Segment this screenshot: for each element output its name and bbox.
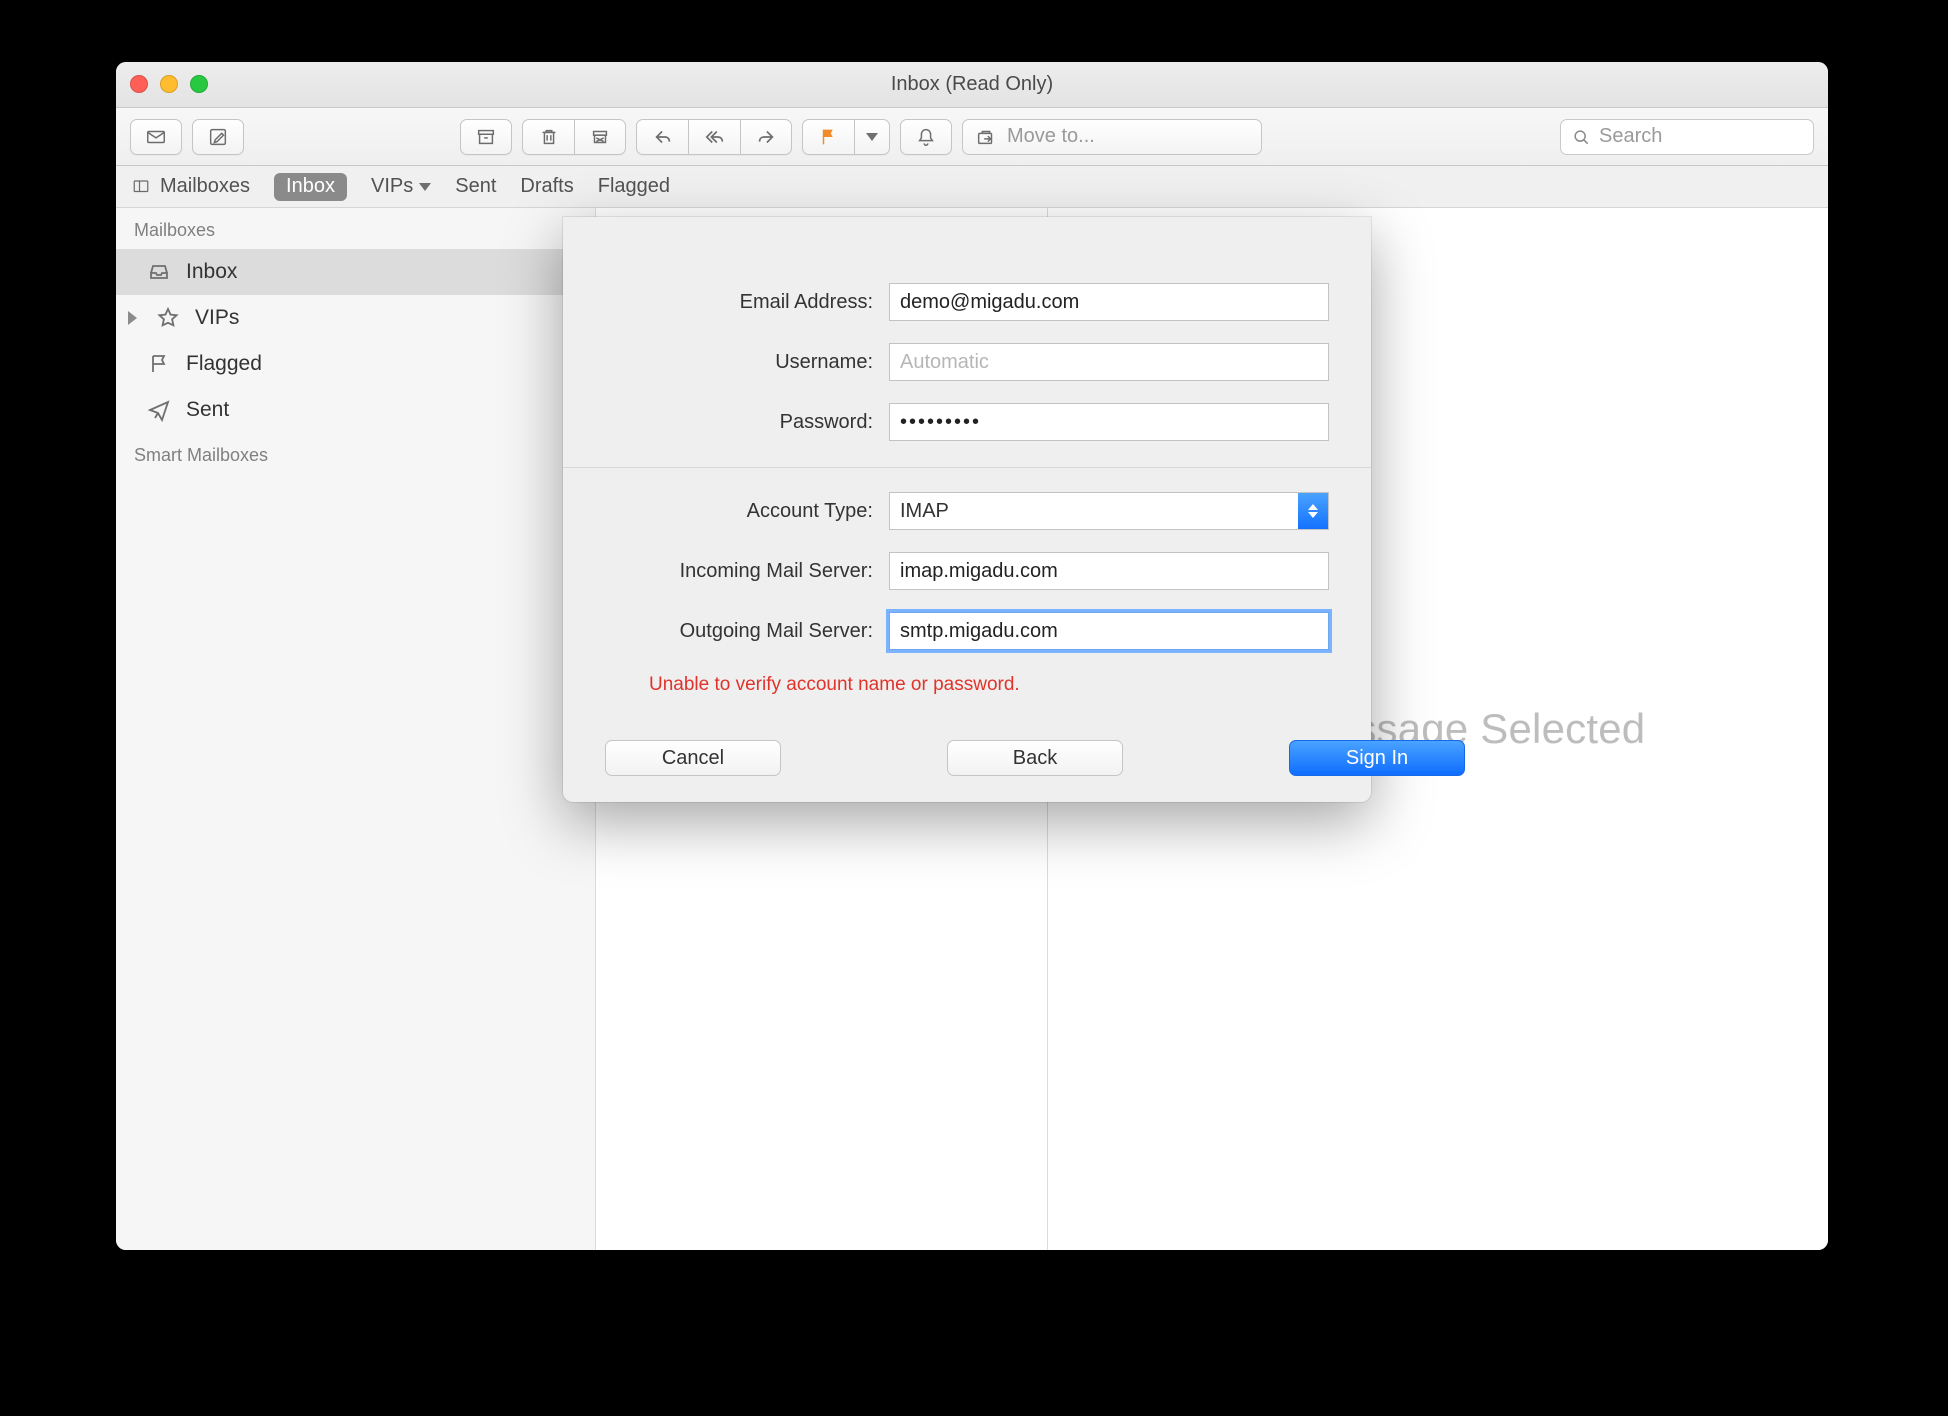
forward-icon	[755, 126, 777, 148]
sidebar-icon	[130, 178, 152, 196]
compose-button[interactable]	[192, 119, 244, 155]
sidebar-item-inbox[interactable]: Inbox	[116, 249, 595, 295]
envelope-icon	[145, 126, 167, 148]
forward-button[interactable]	[740, 119, 792, 155]
flag-menu-button[interactable]	[854, 119, 890, 155]
sidebar-section-smart: Smart Mailboxes	[116, 433, 595, 474]
email-label: Email Address:	[605, 291, 873, 314]
delete-junk-group	[522, 119, 626, 155]
error-message: Unable to verify account name or passwor…	[605, 672, 1329, 696]
sidebar-item-flagged[interactable]: Flagged	[116, 341, 595, 387]
tab-drafts[interactable]: Drafts	[520, 175, 573, 198]
flag-button[interactable]	[802, 119, 854, 155]
account-setup-sheet: Email Address: demo@migadu.com Username:…	[563, 217, 1371, 802]
outgoing-server-field[interactable]: smtp.migadu.com	[889, 612, 1329, 650]
sidebar-item-label: VIPs	[195, 306, 239, 330]
sidebar-item-label: Inbox	[186, 260, 237, 284]
sidebar-item-label: Sent	[186, 398, 229, 422]
reply-all-icon	[704, 126, 726, 148]
chevron-down-icon	[419, 183, 431, 191]
chevron-down-icon	[866, 133, 878, 141]
bell-icon	[915, 126, 937, 148]
outgoing-label: Outgoing Mail Server:	[605, 620, 873, 643]
sidebar-section-mailboxes: Mailboxes	[116, 208, 595, 249]
junk-icon	[589, 126, 611, 148]
move-to-field[interactable]: Move to...	[962, 119, 1262, 155]
mailboxes-toggle[interactable]: Mailboxes	[130, 175, 250, 198]
flag-outline-icon	[146, 352, 172, 376]
sidebar-item-vips[interactable]: VIPs	[116, 295, 595, 341]
junk-button[interactable]	[574, 119, 626, 155]
delete-button[interactable]	[522, 119, 574, 155]
sidebar-item-sent[interactable]: Sent	[116, 387, 595, 433]
search-placeholder: Search	[1599, 125, 1662, 148]
search-field[interactable]: Search	[1560, 119, 1814, 155]
favorites-bar: Mailboxes Inbox VIPs Sent Drafts Flagged	[116, 166, 1828, 208]
password-field[interactable]: •••••••••	[889, 403, 1329, 441]
window-title: Inbox (Read Only)	[891, 73, 1053, 96]
mailboxes-label: Mailboxes	[160, 175, 250, 198]
app-window: Inbox (Read Only)	[116, 62, 1828, 1250]
account-type-value: IMAP	[890, 500, 959, 523]
tab-vips[interactable]: VIPs	[371, 175, 431, 198]
reply-icon	[652, 126, 674, 148]
archive-button[interactable]	[460, 119, 512, 155]
toolbar: Move to... Search	[116, 108, 1828, 166]
paperplane-icon	[146, 398, 172, 422]
mute-button[interactable]	[900, 119, 952, 155]
flag-icon	[818, 126, 840, 148]
compose-icon	[207, 126, 229, 148]
move-to-icon	[975, 126, 997, 148]
reply-all-button[interactable]	[688, 119, 740, 155]
search-icon	[1571, 127, 1591, 147]
star-icon	[155, 306, 181, 330]
username-label: Username:	[605, 351, 873, 374]
inbox-icon	[146, 260, 172, 284]
incoming-label: Incoming Mail Server:	[605, 560, 873, 583]
zoom-window-button[interactable]	[190, 75, 208, 93]
sidebar-item-label: Flagged	[186, 352, 262, 376]
reply-button[interactable]	[636, 119, 688, 155]
window-controls	[130, 75, 208, 93]
titlebar: Inbox (Read Only)	[116, 62, 1828, 108]
close-window-button[interactable]	[130, 75, 148, 93]
move-to-placeholder: Move to...	[1007, 125, 1095, 148]
sign-in-button[interactable]: Sign In	[1289, 740, 1465, 776]
popup-stepper-icon	[1298, 493, 1328, 529]
tab-flagged[interactable]: Flagged	[598, 175, 670, 198]
cancel-button[interactable]: Cancel	[605, 740, 781, 776]
tab-sent[interactable]: Sent	[455, 175, 496, 198]
sidebar: Mailboxes Inbox VIPs Flagged	[116, 208, 596, 1250]
account-type-popup[interactable]: IMAP	[889, 492, 1329, 530]
account-type-label: Account Type:	[605, 500, 873, 523]
flag-group	[802, 119, 890, 155]
back-button[interactable]: Back	[947, 740, 1123, 776]
email-field[interactable]: demo@migadu.com	[889, 283, 1329, 321]
tab-vips-label: VIPs	[371, 175, 413, 198]
archive-icon	[475, 126, 497, 148]
reply-group	[636, 119, 792, 155]
minimize-window-button[interactable]	[160, 75, 178, 93]
username-field[interactable]: Automatic	[889, 343, 1329, 381]
password-label: Password:	[605, 411, 873, 434]
trash-icon	[538, 126, 560, 148]
tab-inbox[interactable]: Inbox	[274, 173, 347, 201]
disclosure-triangle-icon[interactable]	[128, 311, 137, 325]
get-mail-button[interactable]	[130, 119, 182, 155]
incoming-server-field[interactable]: imap.migadu.com	[889, 552, 1329, 590]
